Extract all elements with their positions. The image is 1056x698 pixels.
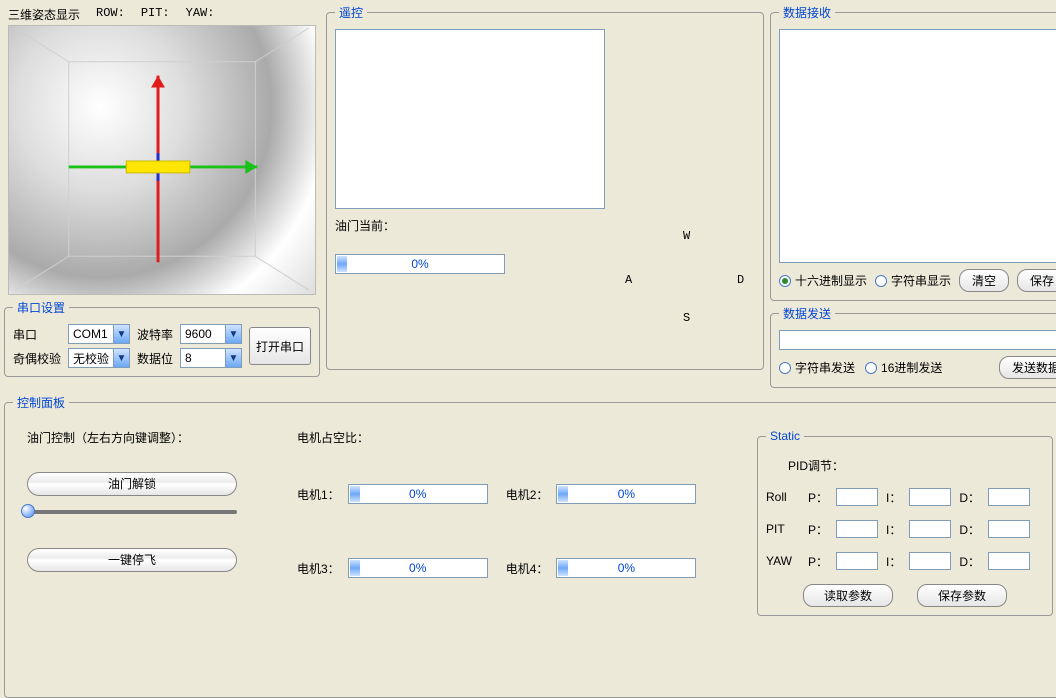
roll-p-input[interactable] [836,488,878,506]
throttle-unlock-button[interactable]: 油门解锁 [27,472,237,496]
serial-port-select[interactable]: COM1▼ [68,324,130,344]
attitude-3d-view [8,25,316,295]
remote-textarea[interactable] [335,29,605,209]
yaw-i-input[interactable] [909,552,951,570]
pit-i-input[interactable] [909,520,951,538]
pid-save-button[interactable]: 保存参数 [917,584,1007,607]
pid-pit-label: PIT [766,522,800,536]
recv-legend: 数据接收 [779,4,835,21]
throttle-hint: 油门控制（左右方向键调整）： [27,429,257,446]
pid-yaw-label: YAW [766,554,800,568]
motor3-label: 电机3： [297,560,340,577]
send-legend: 数据发送 [779,305,835,322]
throttle-current-label: 油门当前： [335,217,605,234]
remote-legend: 遥控 [335,4,367,21]
pid-title: PID调节： [788,457,1044,474]
send-hex-radio[interactable]: 16进制发送 [865,359,942,376]
open-port-button[interactable]: 打开串口 [249,327,311,365]
motor1-label: 电机1： [297,486,340,503]
pid-panel: Static PID调节： Roll P： I： D： PIT P： I： D：… [757,429,1053,616]
serial-databits-select[interactable]: 8▼ [180,348,242,368]
serial-parity-select[interactable]: 无校验▼ [68,348,130,368]
chevron-down-icon: ▼ [225,325,241,343]
stop-fly-button[interactable]: 一键停飞 [27,548,237,572]
serial-parity-label: 奇偶校验 [13,350,62,367]
serial-port-label: 串口 [13,326,62,343]
serial-settings-panel: 串口设置 串口 COM1▼ 波特率 9600▼ 奇偶校验 无校验▼ 数据位 [4,299,320,377]
throttle-slider[interactable] [27,510,237,514]
attitude-header: 三维姿态显示 ROW: PIT: YAW: [4,4,320,25]
key-a: A [625,273,632,287]
attitude-yaw-label: YAW: [186,6,215,23]
serial-baud-select[interactable]: 9600▼ [180,324,242,344]
motor3-progress: 0% [348,558,488,578]
recv-save-button[interactable]: 保存 [1017,269,1056,292]
data-send-panel: 数据发送 字符串发送 16进制发送 发送数据 [770,305,1056,388]
chevron-down-icon: ▼ [113,325,129,343]
recv-str-radio[interactable]: 字符串显示 [875,272,951,289]
pid-read-button[interactable]: 读取参数 [803,584,893,607]
pid-roll-label: Roll [766,490,800,504]
send-str-radio[interactable]: 字符串发送 [779,359,855,376]
yaw-p-input[interactable] [836,552,878,570]
serial-legend: 串口设置 [13,299,69,316]
key-s: S [683,311,690,325]
control-legend: 控制面板 [13,394,69,411]
serial-databits-label: 数据位 [137,350,174,367]
key-d: D [737,273,744,287]
send-button[interactable]: 发送数据 [999,356,1056,379]
motor1-progress: 0% [348,484,488,504]
attitude-row-label: ROW: [96,6,125,23]
send-input[interactable] [779,330,1056,350]
throttle-pct: 0% [336,255,504,273]
slider-thumb[interactable] [21,504,35,518]
pid-legend: Static [766,429,804,443]
pit-d-input[interactable] [988,520,1030,538]
chevron-down-icon: ▼ [113,349,129,367]
motor2-label: 电机2： [506,486,549,503]
wasd-keys: W A D S [625,229,755,329]
roll-i-input[interactable] [909,488,951,506]
key-w: W [683,229,690,243]
motor4-label: 电机4： [506,560,549,577]
control-panel: 控制面板 油门控制（左右方向键调整）： 油门解锁 一键停飞 电机占空比： 电机1… [4,394,1056,698]
pit-p-input[interactable] [836,520,878,538]
recv-clear-button[interactable]: 清空 [959,269,1009,292]
remote-panel: 遥控 油门当前： 0% W A D S [326,4,764,370]
data-receive-panel: 数据接收 十六进制显示 字符串显示 清空 保存 [770,4,1056,301]
serial-baud-label: 波特率 [137,326,174,343]
yaw-d-input[interactable] [988,552,1030,570]
throttle-progress: 0% [335,254,505,274]
attitude-title: 三维姿态显示 [8,6,80,23]
roll-d-input[interactable] [988,488,1030,506]
attitude-panel: 三维姿态显示 ROW: PIT: YAW: [4,4,320,295]
motor2-progress: 0% [556,484,696,504]
chevron-down-icon: ▼ [225,349,241,367]
duty-label: 电机占空比： [297,429,717,446]
attitude-pit-label: PIT: [141,6,170,23]
recv-hex-radio[interactable]: 十六进制显示 [779,272,867,289]
recv-textarea[interactable] [779,29,1056,263]
motor4-progress: 0% [556,558,696,578]
